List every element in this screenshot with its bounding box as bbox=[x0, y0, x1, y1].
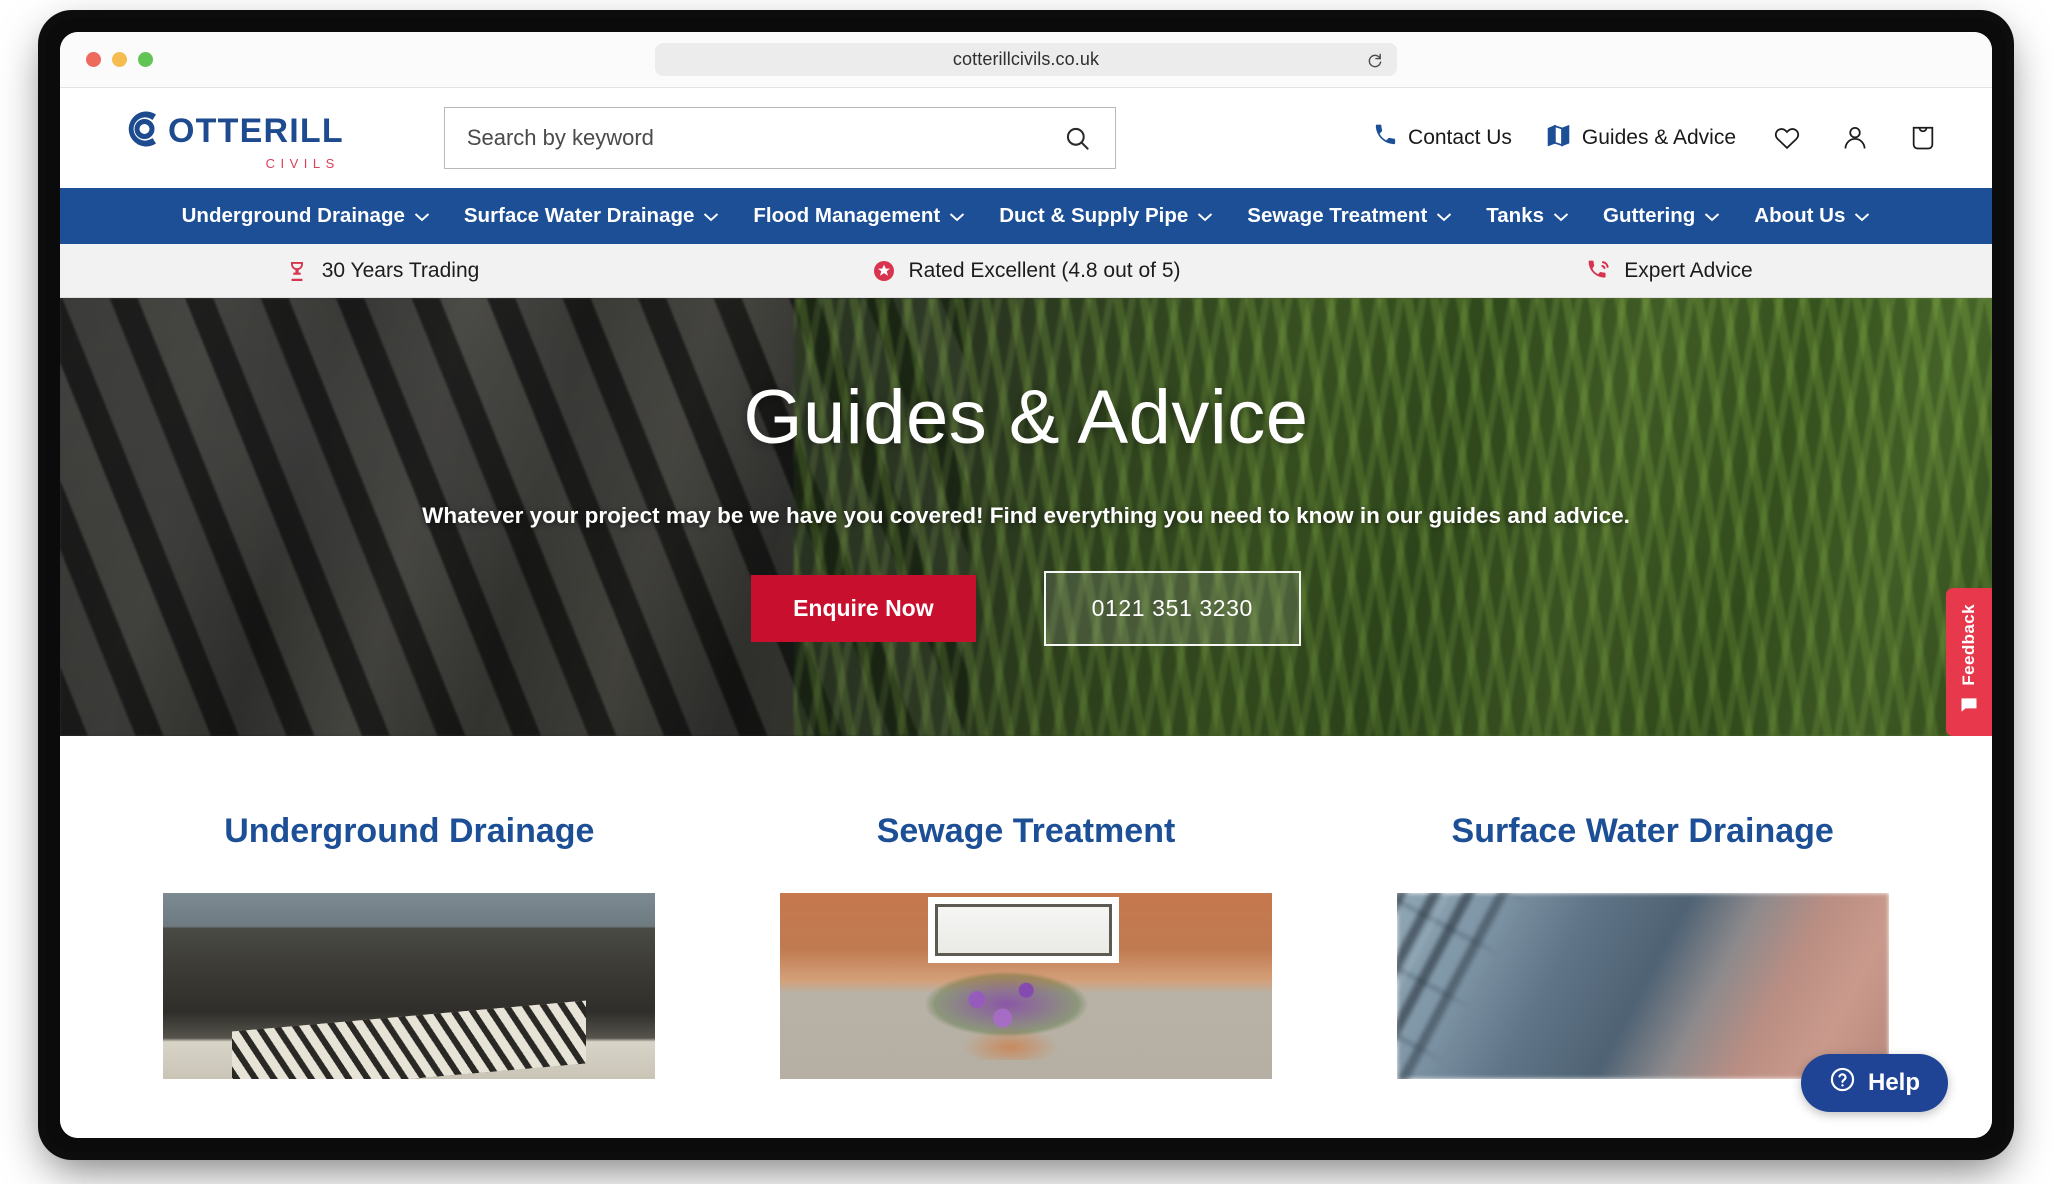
page-title: Guides & Advice bbox=[743, 375, 1309, 460]
nav-label: Flood Management bbox=[753, 204, 941, 227]
category-card-surface-water-drainage[interactable]: Surface Water Drainage bbox=[1355, 812, 1930, 1079]
main-navigation: Underground Drainage Surface Water Drain… bbox=[60, 188, 1992, 244]
search-input[interactable] bbox=[466, 125, 1063, 151]
browser-chrome: cotterillcivils.co.uk bbox=[60, 32, 1992, 88]
chevron-down-icon bbox=[1704, 204, 1720, 228]
category-image-sewage-treatment bbox=[780, 893, 1272, 1079]
cart-bag-icon[interactable] bbox=[1906, 121, 1940, 155]
chevron-down-icon bbox=[414, 204, 430, 228]
chevron-down-icon bbox=[1553, 204, 1569, 228]
nav-label: Sewage Treatment bbox=[1247, 204, 1428, 227]
hero-cta-group: Enquire Now 0121 351 3230 bbox=[751, 571, 1301, 646]
header-utility-links: Contact Us Guides & Advice bbox=[1373, 121, 1940, 155]
nav-label: Guttering bbox=[1603, 204, 1696, 227]
close-window-button[interactable] bbox=[86, 52, 101, 67]
question-circle-icon bbox=[1829, 1066, 1856, 1100]
nav-label: Duct & Supply Pipe bbox=[999, 204, 1189, 227]
enquire-now-button[interactable]: Enquire Now bbox=[751, 575, 976, 642]
chevron-down-icon bbox=[949, 204, 965, 228]
category-title[interactable]: Surface Water Drainage bbox=[1452, 812, 1834, 851]
map-book-icon bbox=[1546, 123, 1571, 154]
logo-wordmark: OTTERILL bbox=[168, 111, 344, 150]
trust-label: 30 Years Trading bbox=[321, 258, 480, 282]
trophy-icon bbox=[285, 259, 309, 283]
nav-item-tanks[interactable]: Tanks bbox=[1469, 204, 1586, 228]
chevron-down-icon bbox=[1197, 204, 1213, 228]
nav-item-underground-drainage[interactable]: Underground Drainage bbox=[165, 204, 447, 228]
trust-item-years-trading: 30 Years Trading bbox=[60, 259, 704, 283]
trust-label: Rated Excellent (4.8 out of 5) bbox=[908, 258, 1181, 282]
category-card-underground-drainage[interactable]: Underground Drainage bbox=[122, 812, 697, 1079]
nav-item-flood-management[interactable]: Flood Management bbox=[736, 204, 982, 228]
nav-label: Underground Drainage bbox=[181, 204, 405, 227]
nav-label: Tanks bbox=[1486, 204, 1545, 227]
nav-item-sewage-treatment[interactable]: Sewage Treatment bbox=[1230, 204, 1469, 228]
nav-label: About Us bbox=[1754, 204, 1846, 227]
trust-bar: 30 Years Trading Rated Excellent (4.8 ou… bbox=[60, 244, 1992, 298]
site-header: OTTERILL CIVILS Search by keyword Contac… bbox=[60, 88, 1992, 188]
logo-subtext: CIVILS bbox=[265, 155, 340, 171]
category-title[interactable]: Sewage Treatment bbox=[877, 812, 1176, 851]
guides-advice-link[interactable]: Guides & Advice bbox=[1546, 123, 1736, 154]
category-title[interactable]: Underground Drainage bbox=[224, 812, 594, 851]
star-badge-icon bbox=[872, 259, 896, 283]
browser-window: cotterillcivils.co.uk OTTERILL CIVILS Se… bbox=[60, 32, 1992, 1138]
nav-item-surface-water-drainage[interactable]: Surface Water Drainage bbox=[447, 204, 737, 228]
feedback-tab[interactable]: Feedback bbox=[1946, 588, 1992, 736]
feedback-label: Feedback bbox=[1959, 603, 1978, 686]
page-viewport: OTTERILL CIVILS Search by keyword Contac… bbox=[60, 88, 1992, 1138]
screenshot-root: cotterillcivils.co.uk OTTERILL CIVILS Se… bbox=[0, 0, 2052, 1184]
traffic-lights bbox=[86, 52, 153, 67]
phone-ring-icon bbox=[1587, 259, 1611, 283]
feedback-icon bbox=[1959, 695, 1979, 720]
trust-item-expert-advice: Expert Advice bbox=[1348, 259, 1992, 283]
hero-subtitle: Whatever your project may be we have you… bbox=[422, 503, 1630, 528]
chevron-down-icon bbox=[1436, 204, 1452, 228]
nav-item-duct-supply-pipe[interactable]: Duct & Supply Pipe bbox=[982, 204, 1230, 228]
contact-us-label: Contact Us bbox=[1408, 126, 1512, 149]
url-text: cotterillcivils.co.uk bbox=[952, 49, 1100, 69]
category-image-underground-drainage bbox=[163, 893, 656, 1079]
minimize-window-button[interactable] bbox=[112, 52, 127, 67]
trust-item-rating: Rated Excellent (4.8 out of 5) bbox=[704, 259, 1348, 283]
phone-number-button[interactable]: 0121 351 3230 bbox=[1043, 571, 1301, 646]
help-label: Help bbox=[1867, 1069, 1920, 1096]
search-icon[interactable] bbox=[1063, 123, 1093, 153]
help-button[interactable]: Help bbox=[1800, 1054, 1948, 1112]
search-bar[interactable] bbox=[443, 107, 1116, 169]
account-person-icon[interactable] bbox=[1838, 121, 1872, 155]
hero-banner: Guides & Advice Whatever your project ma… bbox=[60, 298, 1992, 736]
nav-item-guttering[interactable]: Guttering bbox=[1586, 204, 1737, 228]
maximize-window-button[interactable] bbox=[138, 52, 153, 67]
nav-item-about-us[interactable]: About Us bbox=[1737, 204, 1887, 228]
chevron-down-icon bbox=[703, 204, 719, 228]
guides-advice-label: Guides & Advice bbox=[1581, 126, 1736, 149]
contact-us-link[interactable]: Contact Us bbox=[1373, 123, 1512, 153]
wishlist-heart-icon[interactable] bbox=[1770, 121, 1804, 155]
site-logo[interactable]: OTTERILL CIVILS bbox=[122, 107, 344, 170]
chevron-down-icon bbox=[1854, 204, 1870, 228]
reload-icon[interactable] bbox=[1366, 51, 1383, 68]
hero-content: Guides & Advice Whatever your project ma… bbox=[60, 298, 1992, 736]
cotterill-c-o-monogram-icon bbox=[122, 107, 170, 155]
address-bar[interactable]: cotterillcivils.co.uk bbox=[655, 43, 1397, 76]
category-section: Underground Drainage Sewage Treatment Su… bbox=[60, 736, 1992, 1079]
phone-icon bbox=[1373, 123, 1397, 153]
category-image-surface-water-drainage bbox=[1396, 893, 1889, 1079]
nav-label: Surface Water Drainage bbox=[463, 204, 695, 227]
category-card-sewage-treatment[interactable]: Sewage Treatment bbox=[739, 812, 1314, 1079]
trust-label: Expert Advice bbox=[1624, 258, 1753, 282]
